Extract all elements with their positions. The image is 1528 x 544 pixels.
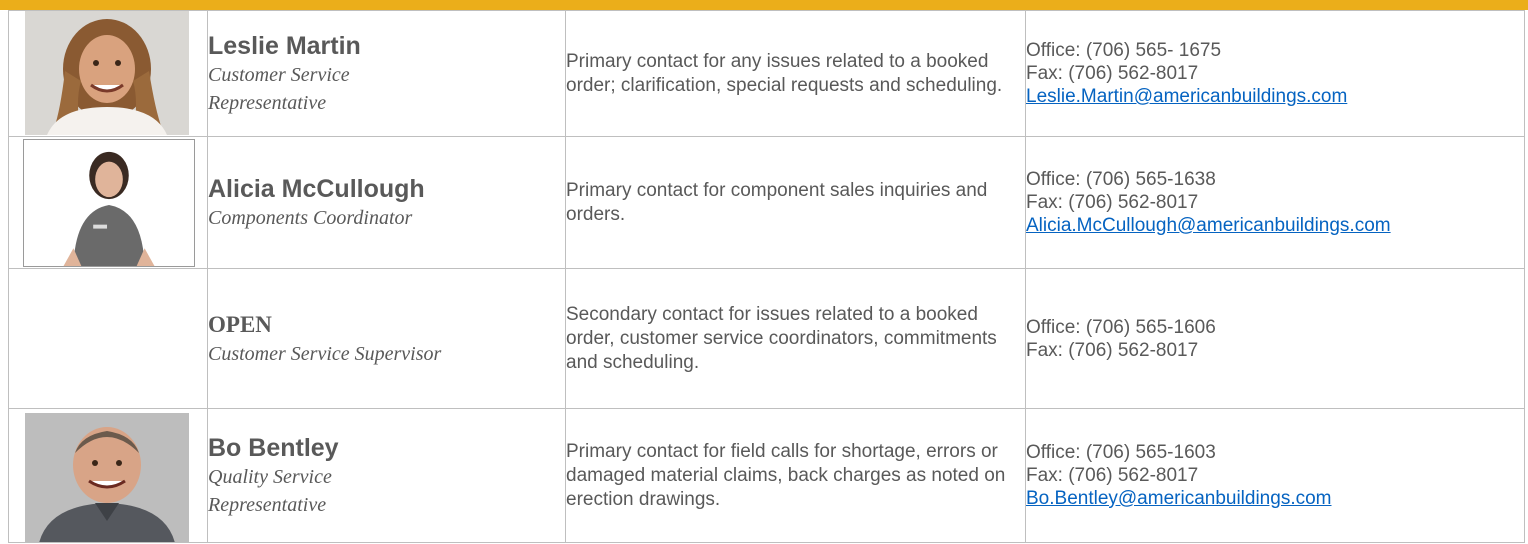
table-row: Leslie Martin Customer Service Represent… <box>8 10 1525 137</box>
name-cell: OPEN Customer Service Supervisor <box>207 268 566 409</box>
contact-title: Representative <box>208 91 327 114</box>
portrait-photo-icon <box>25 11 189 135</box>
contact-name: Bo Bentley <box>208 433 339 462</box>
contact-title: Quality Service <box>208 465 332 488</box>
photo-cell <box>8 10 208 137</box>
contact-title: Components Coordinator <box>208 206 413 229</box>
office-phone: Office: (706) 565-1606 <box>1026 316 1216 338</box>
office-phone: Office: (706) 565-1603 <box>1026 442 1216 463</box>
office-phone: Office: (706) 565-1638 <box>1026 169 1216 190</box>
contact-title: Representative <box>208 493 327 516</box>
portrait-photo-icon <box>25 413 189 542</box>
email-link[interactable]: Leslie.Martin@americanbuildings.com <box>1026 86 1347 107</box>
email-link[interactable]: Alicia.McCullough@americanbuildings.com <box>1026 215 1391 236</box>
contact-name: Leslie Martin <box>208 31 361 60</box>
contact-title: Customer Service <box>208 63 350 86</box>
table-row: OPEN Customer Service Supervisor Seconda… <box>8 268 1525 409</box>
top-accent-bar <box>0 0 1528 10</box>
photo-cell-empty <box>8 268 208 409</box>
contact-name: OPEN <box>208 311 272 337</box>
portrait-photo-icon <box>23 139 195 267</box>
contact-info-cell: Office: (706) 565-1603 Fax: (706) 562-80… <box>1025 408 1525 543</box>
description-cell: Primary contact for any issues related t… <box>565 10 1026 137</box>
contact-title: Customer Service Supervisor <box>208 342 442 365</box>
fax-number: Fax: (706) 562-8017 <box>1026 192 1199 213</box>
name-cell: Leslie Martin Customer Service Represent… <box>207 10 566 137</box>
contacts-table: Leslie Martin Customer Service Represent… <box>8 10 1525 543</box>
contact-info-cell: Office: (706) 565- 1675 Fax: (706) 562-8… <box>1025 10 1525 137</box>
description-cell: Primary contact for component sales inqu… <box>565 136 1026 269</box>
fax-number: Fax: (706) 562-8017 <box>1026 465 1199 486</box>
table-row: Alicia McCullough Components Coordinator… <box>8 136 1525 269</box>
contact-info-cell: Office: (706) 565-1638 Fax: (706) 562-80… <box>1025 136 1525 269</box>
contact-name: Alicia McCullough <box>208 174 425 203</box>
description-cell: Secondary contact for issues related to … <box>565 268 1026 409</box>
fax-number: Fax: (706) 562-8017 <box>1026 339 1199 361</box>
name-cell: Bo Bentley Quality Service Representativ… <box>207 408 566 543</box>
photo-cell <box>8 136 208 269</box>
office-phone: Office: (706) 565- 1675 <box>1026 40 1222 61</box>
fax-number: Fax: (706) 562-8017 <box>1026 63 1199 84</box>
email-link[interactable]: Bo.Bentley@americanbuildings.com <box>1026 488 1332 509</box>
description-cell: Primary contact for field calls for shor… <box>565 408 1026 543</box>
contact-info-cell: Office: (706) 565-1606 Fax: (706) 562-80… <box>1025 268 1525 409</box>
name-cell: Alicia McCullough Components Coordinator <box>207 136 566 269</box>
photo-cell <box>8 408 208 543</box>
table-row: Bo Bentley Quality Service Representativ… <box>8 408 1525 543</box>
